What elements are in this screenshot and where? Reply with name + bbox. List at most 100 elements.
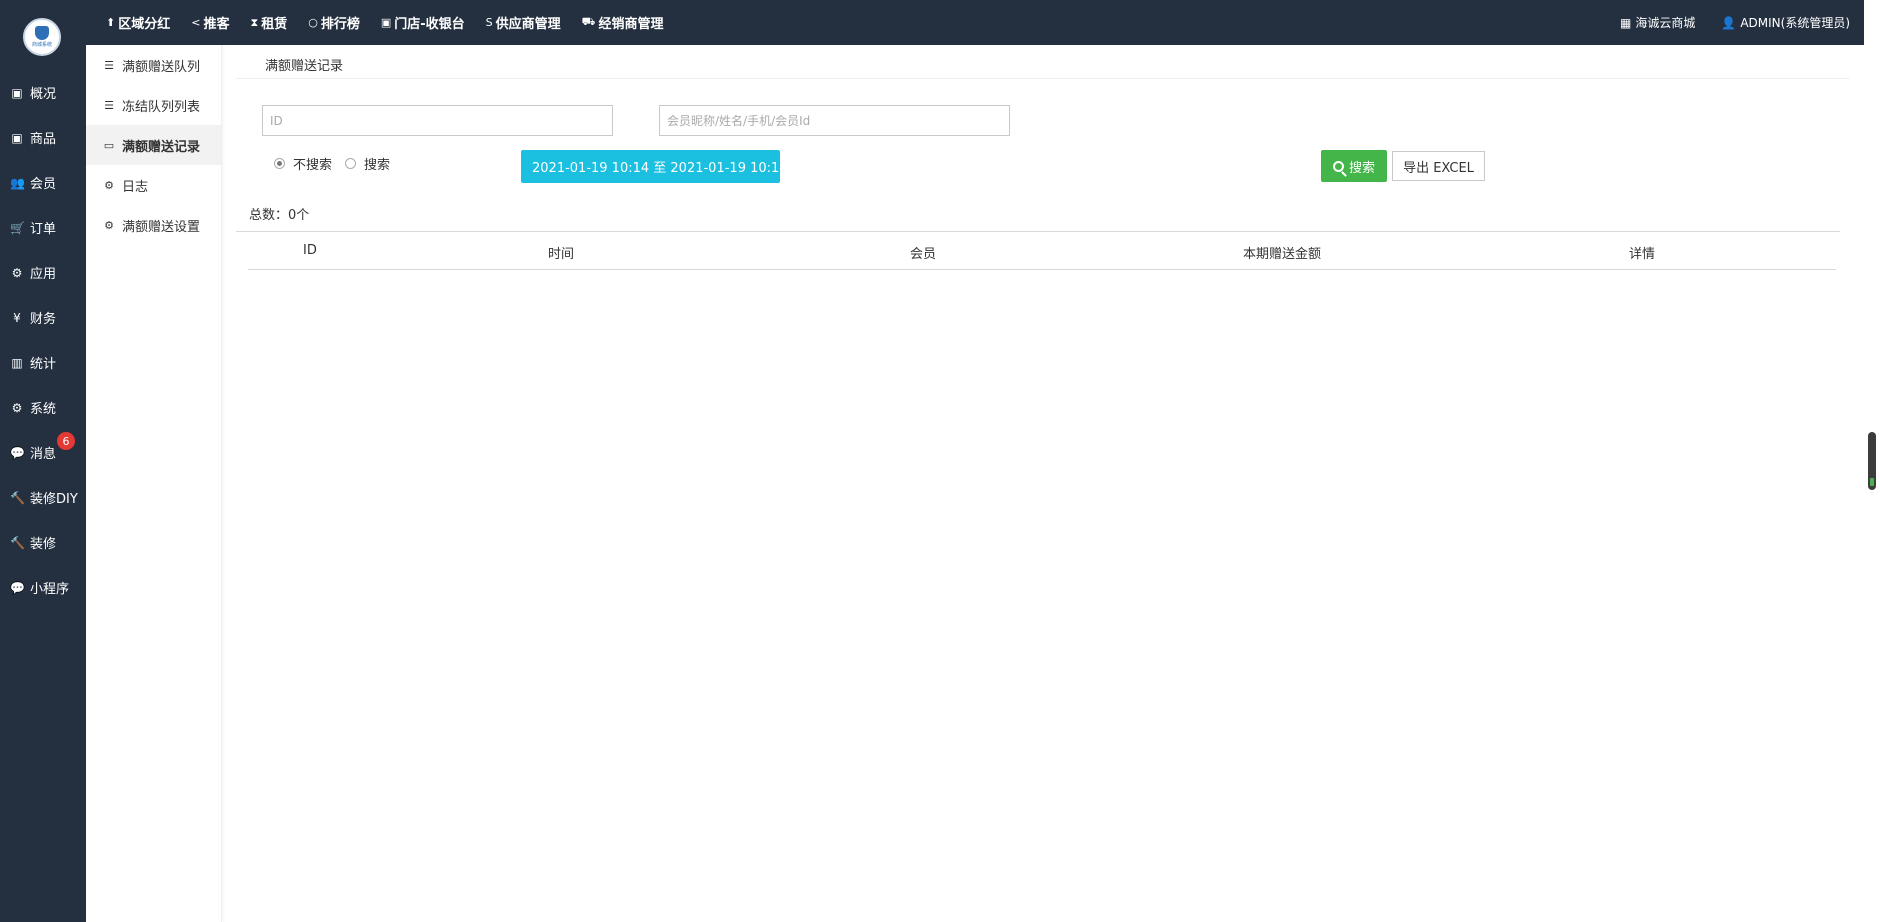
submenu-item-label: 冻结队列列表 (122, 99, 201, 115)
sidebar-item-5[interactable]: ¥ 财务 (0, 295, 86, 340)
submenu-item-label: 满额赠送设置 (122, 219, 201, 235)
top-nav-item-6[interactable]: ⛟ 经销商管理 (582, 13, 664, 32)
top-nav: ⬆ 区域分红 < 推客 ⧗ 租赁 ○ 排行榜 ▣ 门店-收银台 S 供应商管理 ⛟ 经销商管理 (106, 0, 685, 45)
submenu-item-1[interactable]: ☰ 冻结队列列表 (86, 85, 221, 125)
top-nav-item-label: 门店-收银台 (394, 17, 465, 32)
gears-icon: ⚙ (104, 178, 114, 192)
sidebar-item-label: 统计 (30, 357, 57, 372)
logo-shield-icon (35, 26, 49, 40)
sidebar-item-label: 订单 (30, 222, 57, 237)
top-nav-item-label: 排行榜 (320, 17, 360, 32)
member-search-input[interactable] (659, 105, 1010, 136)
page-scrollbar[interactable] (1864, 0, 1880, 922)
grid-icon: ▦ (1620, 15, 1632, 30)
date-range-text: 2021-01-19 10:14 至 2021-01-19 10:14 (532, 161, 788, 176)
column-header-member: 会员 (910, 247, 937, 262)
miniprogram-icon: 💬 (10, 580, 25, 595)
top-nav-item-4[interactable]: ▣ 门店-收银台 (381, 13, 465, 32)
sidebar-item-8[interactable]: 💬 消息 6 (0, 430, 86, 475)
sidebar-item-label: 装修DIY (30, 492, 78, 507)
supplier-icon: S (485, 16, 493, 29)
top-nav-item-label: 供应商管理 (495, 17, 561, 32)
column-header-amount: 本期赠送金额 (1243, 247, 1322, 262)
sidebar-item-label: 小程序 (30, 582, 70, 597)
goods-icon: ▣ (11, 130, 23, 145)
top-nav-item-label: 租赁 (261, 17, 288, 32)
apps-icon: ⚙ (11, 265, 23, 280)
submenu-item-0[interactable]: ☰ 满额赠送队列 (86, 45, 221, 85)
user-icon: 👤 (1721, 15, 1737, 30)
sidebar-item-7[interactable]: ⚙ 系统 (0, 385, 86, 430)
shop-label: 海诚云商城 (1635, 16, 1696, 30)
sidebar-item-11[interactable]: 💬 小程序 (0, 565, 86, 610)
sidebar-item-9[interactable]: 🔨 装修DIY (0, 475, 86, 520)
circle-icon: ○ (308, 16, 318, 29)
scrollbar-grip-icon (1870, 478, 1874, 486)
column-header-time: 时间 (548, 247, 575, 262)
sidebar-item-1[interactable]: ▣ 商品 (0, 115, 86, 160)
stats-icon: ▥ (11, 355, 23, 370)
overview-icon: ▣ (11, 85, 23, 100)
submenu-item-label: 满额赠送记录 (122, 139, 201, 155)
sidebar-nav: ▣ 概况 ▣ 商品 👥 会员 🛒 订单 ⚙ 应用 ¥ 财务 ▥ 统计 ⚙ 系统 💬 消息 6 🔨 装修DIY 🔨 装修 💬 小程… (0, 70, 86, 610)
search-button[interactable]: 搜索 (1321, 150, 1387, 182)
divider (236, 231, 1840, 232)
divider (236, 78, 1850, 79)
system-icon: ⚙ (11, 400, 23, 415)
table-header: ID 时间 会员 本期赠送金额 详情 (248, 233, 1836, 270)
submenu-item-label: 日志 (122, 179, 149, 195)
sidebar-item-0[interactable]: ▣ 概况 (0, 70, 86, 115)
sub-menu: ☰ 满额赠送队列 ☰ 冻结队列列表 ▭ 满额赠送记录 ⚙ 日志 ⚙ 满额赠送设置 (86, 45, 222, 922)
sidebar-item-2[interactable]: 👥 会员 (0, 160, 86, 205)
radio-no-search[interactable]: 不搜索 (274, 154, 332, 173)
export-button-label: 导出 EXCEL (1403, 160, 1474, 176)
sidebar-item-label: 装修 (30, 537, 57, 552)
sidebar-item-label: 概况 (30, 87, 57, 102)
top-nav-item-5[interactable]: S 供应商管理 (486, 13, 561, 32)
submenu-item-3[interactable]: ⚙ 日志 (86, 165, 221, 205)
sidebar-item-6[interactable]: ▥ 统计 (0, 340, 86, 385)
logo-text: 商城系统 (31, 42, 52, 48)
time-search-radio-group: 不搜索 搜索 (274, 154, 403, 173)
gears-icon: ⚙ (104, 218, 114, 232)
top-nav-item-label: 区域分红 (118, 17, 171, 32)
notification-badge: 6 (57, 432, 75, 450)
top-nav-item-label: 推客 (203, 17, 230, 32)
database-icon: ☰ (104, 98, 114, 112)
submenu-item-2[interactable]: ▭ 满额赠送记录 (86, 125, 221, 165)
radio-search-label: 搜索 (364, 158, 391, 173)
decorate-icon: 🔨 (10, 535, 25, 550)
sidebar-item-label: 财务 (30, 312, 57, 327)
top-nav-item-0[interactable]: ⬆ 区域分红 (106, 13, 170, 32)
user-menu[interactable]: 👤 ADMIN(系统管理员) (1721, 14, 1850, 31)
top-nav-item-3[interactable]: ○ 排行榜 (308, 13, 360, 32)
user-label: ADMIN(系统管理员) (1740, 16, 1850, 30)
calendar-icon (790, 159, 795, 174)
sidebar-item-3[interactable]: 🛒 订单 (0, 205, 86, 250)
header-right: ▦ 海诚云商城 👤 ADMIN(系统管理员) (1594, 0, 1850, 45)
date-range-picker[interactable]: 2021-01-19 10:14 至 2021-01-19 10:14 (521, 150, 795, 183)
total-count: 总数：0个 (249, 208, 310, 223)
radio-dot-checked (274, 158, 285, 169)
search-button-label: 搜索 (1348, 160, 1375, 176)
database-icon: ☰ (104, 58, 114, 72)
sidebar-item-4[interactable]: ⚙ 应用 (0, 250, 86, 295)
logo[interactable]: 商城系统 (23, 18, 61, 56)
share-icon: < (191, 16, 201, 29)
radio-no-search-label: 不搜索 (293, 158, 333, 173)
top-nav-item-2[interactable]: ⧗ 租赁 (250, 13, 288, 33)
top-nav-item-label: 经销商管理 (598, 17, 664, 32)
submenu-item-4[interactable]: ⚙ 满额赠送设置 (86, 205, 221, 245)
store-icon: ▣ (380, 16, 392, 29)
export-excel-button[interactable]: 导出 EXCEL (1392, 151, 1485, 181)
sidebar-item-label: 系统 (30, 402, 57, 417)
shop-link[interactable]: ▦ 海诚云商城 (1620, 14, 1695, 31)
id-input[interactable] (262, 105, 613, 136)
top-header: ⬆ 区域分红 < 推客 ⧗ 租赁 ○ 排行榜 ▣ 门店-收银台 S 供应商管理 ⛟ 经销商管理 ▦ 海诚云… (86, 0, 1864, 45)
radio-search[interactable]: 搜索 (345, 154, 390, 173)
top-nav-item-1[interactable]: < 推客 (191, 13, 229, 32)
radio-dot (345, 158, 357, 169)
message-icon: 💬 (10, 445, 25, 460)
region-bonus-icon: ⬆ (106, 16, 116, 29)
sidebar-item-10[interactable]: 🔨 装修 (0, 520, 86, 565)
